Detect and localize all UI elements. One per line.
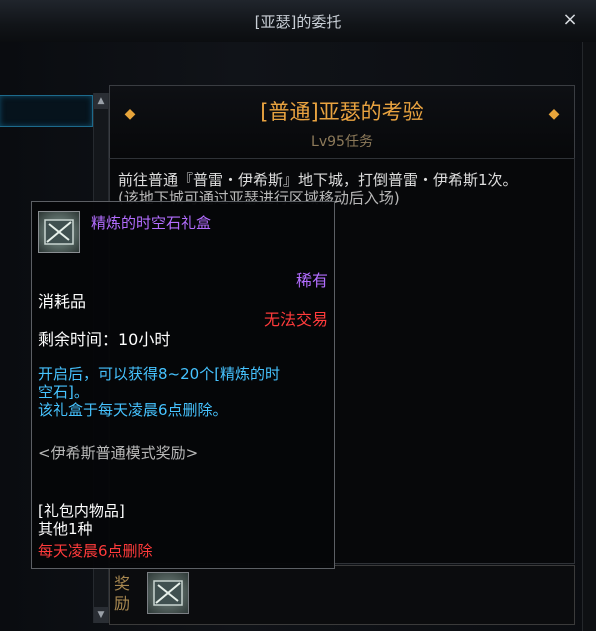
remaining-time: 剩余时间：10小时 (38, 330, 171, 349)
window-title: [亚瑟]的委托 (254, 13, 342, 31)
quest-list-item-selected[interactable] (0, 95, 93, 127)
window-titlebar: [亚瑟]的委托 × (0, 0, 596, 43)
item-type: 消耗品 (38, 292, 87, 311)
quest-description-text: 前往普通『普雷・伊希斯』地下城，打倒普雷・伊希斯1次。 (118, 171, 518, 189)
pack-contents: [礼包内物品] 其他1种 (38, 502, 125, 538)
trade-status: 无法交易 (263, 310, 328, 329)
item-effect: 开启后，可以获得8~20个[精炼的时 空石]。 该礼盒于每天凌晨6点删除。 (38, 365, 323, 419)
close-icon[interactable]: × (559, 9, 581, 31)
reward-panel: 奖励 (109, 565, 575, 625)
quest-level: Lv95任务 (311, 134, 373, 150)
window-right-border (582, 42, 596, 631)
scroll-up-button[interactable]: ▲ (94, 93, 108, 109)
time-stone-box-icon (38, 211, 80, 253)
item-effect-line: 该礼盒于每天凌晨6点删除。 (38, 401, 228, 419)
reward-label: 奖励 (114, 574, 131, 613)
pack-count: 其他1种 (38, 520, 93, 538)
time-stone-box-icon[interactable] (147, 572, 189, 614)
scroll-down-button[interactable]: ▼ (94, 607, 108, 623)
item-effect-line: 开启后，可以获得8~20个[精炼的时 (38, 365, 281, 383)
mode-reward-label: <伊希斯普通模式奖励> (38, 444, 199, 462)
item-tooltip: 精炼的时空石礼盒 稀有 消耗品 无法交易 剩余时间：10小时 开启后，可以获得8… (31, 201, 335, 569)
delete-note: 每天凌晨6点删除 (38, 542, 153, 560)
quest-title: [普通]亚瑟的考验 (260, 100, 424, 124)
diamond-icon: ◆ (548, 106, 560, 122)
item-rarity: 稀有 (295, 271, 328, 290)
item-name: 精炼的时空石礼盒 (91, 214, 212, 232)
pack-header: [礼包内物品] (38, 502, 125, 520)
item-effect-line: 空石]。 (38, 383, 89, 401)
quest-header: ◆ [普通]亚瑟的考验 Lv95任务 ◆ (109, 85, 575, 159)
